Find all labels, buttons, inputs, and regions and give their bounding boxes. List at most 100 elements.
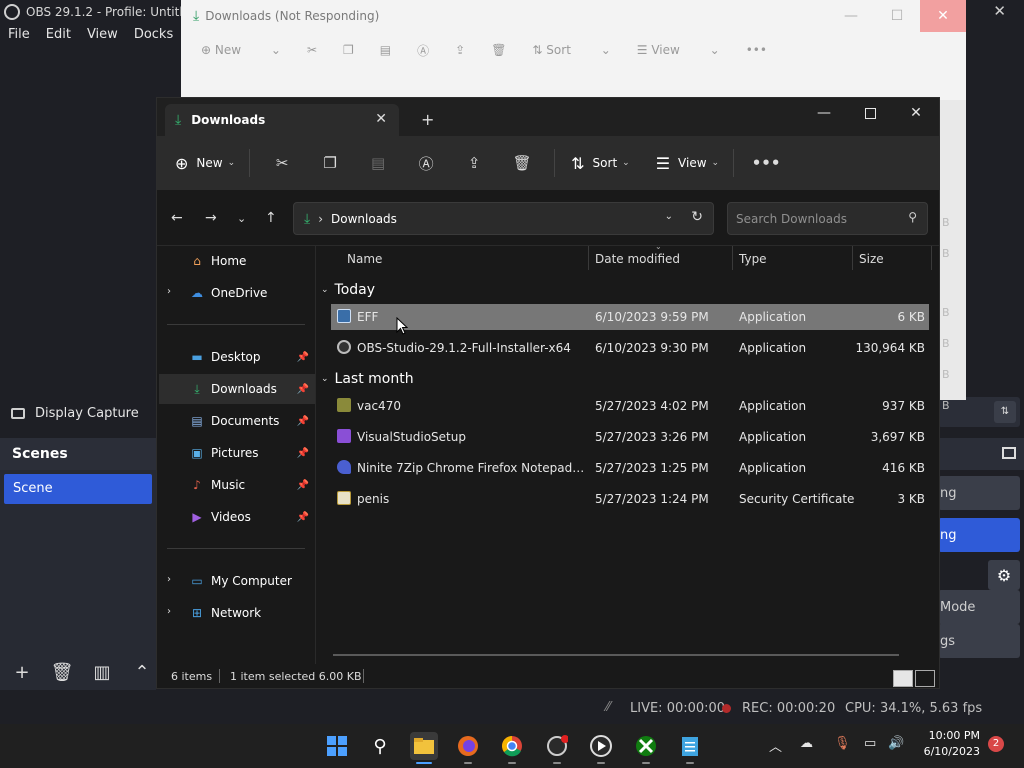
search-icon[interactable]: ⚲ bbox=[366, 732, 394, 760]
firefox-icon[interactable] bbox=[454, 732, 482, 764]
xbox-icon[interactable] bbox=[632, 732, 660, 764]
tiles-view-icon[interactable] bbox=[915, 670, 935, 687]
menu-docks[interactable]: Docks bbox=[126, 24, 181, 46]
nav-item-downloads[interactable]: ⤓ Downloads 📌 bbox=[159, 374, 315, 404]
back-new-button[interactable]: ⊕ New ⌄ bbox=[201, 43, 281, 57]
close-button[interactable]: ✕ bbox=[893, 98, 939, 128]
group-header-today[interactable]: ⌄ Today bbox=[321, 278, 375, 302]
nav-item-music[interactable]: ♪ Music 📌 bbox=[159, 470, 315, 500]
volume-icon[interactable]: 🔊 bbox=[888, 736, 904, 751]
tab-downloads[interactable]: ⤓ Downloads ✕ bbox=[165, 104, 399, 136]
chevron-up-icon[interactable]: ⌃ bbox=[128, 660, 156, 684]
breadcrumb-downloads[interactable]: Downloads bbox=[331, 212, 397, 226]
file-row[interactable]: Ninite 7Zip Chrome Firefox Notepad Inst.… bbox=[331, 455, 929, 481]
start-button[interactable] bbox=[323, 732, 351, 760]
search-icon[interactable]: ⚲ bbox=[908, 210, 917, 224]
copy-icon[interactable]: ❐ bbox=[343, 43, 354, 57]
file-row[interactable]: penis 5/27/2023 1:24 PM Security Certifi… bbox=[331, 486, 929, 512]
media-player-icon[interactable] bbox=[587, 732, 615, 764]
menu-edit[interactable]: Edit bbox=[38, 24, 79, 46]
nav-item-videos[interactable]: ▶ Videos 📌 bbox=[159, 502, 315, 532]
rename-icon[interactable]: Ⓐ bbox=[402, 153, 450, 174]
nav-item-pictures[interactable]: ▣ Pictures 📌 bbox=[159, 438, 315, 468]
notepad-icon[interactable] bbox=[676, 732, 704, 764]
column-divider[interactable] bbox=[852, 246, 853, 270]
add-scene-icon[interactable]: + bbox=[8, 660, 36, 684]
up-arrow-icon[interactable]: ↑ bbox=[265, 210, 277, 226]
details-view-icon[interactable] bbox=[893, 670, 913, 687]
close-tab-icon[interactable]: ✕ bbox=[375, 111, 387, 127]
tray-overflow-chevron-icon[interactable]: ︿ bbox=[769, 736, 782, 755]
new-tab-icon[interactable]: + bbox=[421, 110, 434, 129]
column-divider[interactable] bbox=[588, 246, 589, 270]
paste-icon[interactable]: ▤ bbox=[354, 154, 402, 172]
horizontal-scrollbar[interactable] bbox=[333, 654, 899, 656]
undock-icon[interactable] bbox=[1002, 447, 1016, 459]
gear-icon[interactable]: ⚙ bbox=[988, 560, 1020, 590]
forward-arrow-icon[interactable]: → bbox=[205, 210, 217, 226]
studio-mode-button[interactable]: Mode bbox=[938, 590, 1020, 624]
stop-recording-button[interactable]: ng bbox=[938, 518, 1020, 552]
column-divider[interactable] bbox=[931, 246, 932, 270]
search-input[interactable]: Search Downloads ⚲ bbox=[727, 202, 928, 235]
menu-view[interactable]: View bbox=[79, 24, 126, 46]
column-divider[interactable] bbox=[732, 246, 733, 270]
group-header-last-month[interactable]: ⌄ Last month bbox=[321, 367, 414, 391]
share-icon[interactable]: ⇪ bbox=[455, 43, 465, 57]
pin-icon[interactable]: 📌 bbox=[297, 448, 309, 459]
menu-file[interactable]: File bbox=[0, 24, 38, 46]
settings-button[interactable]: gs bbox=[938, 624, 1020, 658]
minimize-button[interactable]: — bbox=[801, 98, 847, 128]
more-icon[interactable]: ••• bbox=[742, 154, 790, 172]
microphone-icon[interactable]: 🎙 bbox=[834, 736, 851, 751]
address-dropdown-icon[interactable]: ⌄ bbox=[665, 211, 673, 222]
pin-icon[interactable]: 📌 bbox=[297, 352, 309, 363]
sort-button[interactable]: ⇅ Sort ⌄ bbox=[571, 154, 630, 173]
pane-splitter[interactable] bbox=[315, 246, 316, 664]
source-display-capture[interactable]: Display Capture bbox=[0, 400, 160, 426]
back-sort-button[interactable]: ⇅ Sort ⌄ bbox=[532, 43, 610, 57]
more-icon[interactable]: ••• bbox=[746, 43, 767, 57]
nav-item-my-computer[interactable]: ▭ My Computer bbox=[159, 566, 315, 596]
file-row[interactable]: OBS-Studio-29.1.2-Full-Installer-x64 6/1… bbox=[331, 335, 929, 361]
pin-icon[interactable]: 📌 bbox=[297, 384, 309, 395]
address-bar[interactable]: ⤓ › Downloads ⌄ ↻ bbox=[293, 202, 714, 235]
rename-icon[interactable]: Ⓐ bbox=[417, 42, 429, 59]
nav-item-home[interactable]: ⌂ Home bbox=[159, 246, 315, 276]
trash-icon[interactable]: 🗑 bbox=[48, 660, 76, 684]
refresh-icon[interactable]: ↻ bbox=[691, 209, 703, 225]
notification-badge[interactable]: 2 bbox=[988, 736, 1004, 752]
onedrive-tray-icon[interactable]: ☁ bbox=[800, 736, 813, 751]
breadcrumb-chevron-icon[interactable]: › bbox=[318, 212, 323, 226]
share-icon[interactable]: ⇪ bbox=[450, 154, 498, 172]
delete-icon[interactable]: 🗑 bbox=[491, 43, 506, 57]
stepper-icon[interactable]: ⇅ bbox=[994, 401, 1016, 423]
obs-icon[interactable] bbox=[543, 732, 571, 764]
pin-icon[interactable]: 📌 bbox=[297, 416, 309, 427]
maximize-button[interactable]: ☐ bbox=[874, 0, 920, 32]
back-arrow-icon[interactable]: ← bbox=[171, 210, 183, 226]
close-button[interactable]: ✕ bbox=[920, 0, 966, 32]
delete-icon[interactable]: 🗑 bbox=[498, 154, 546, 172]
nav-item-documents[interactable]: ▤ Documents 📌 bbox=[159, 406, 315, 436]
column-type[interactable]: Type bbox=[739, 252, 767, 266]
column-date[interactable]: Date modified bbox=[595, 252, 680, 266]
scene-item[interactable]: Scene bbox=[4, 474, 152, 504]
filter-icon[interactable]: ▥ bbox=[88, 660, 116, 684]
recent-chevron-icon[interactable]: ⌄ bbox=[237, 212, 246, 225]
chrome-icon[interactable] bbox=[498, 732, 526, 764]
start-streaming-button[interactable]: ng bbox=[938, 476, 1020, 510]
column-name[interactable]: Name bbox=[347, 252, 382, 266]
nav-item-network[interactable]: ⊞ Network bbox=[159, 598, 315, 628]
file-row[interactable]: VisualStudioSetup 5/27/2023 3:26 PM Appl… bbox=[331, 424, 929, 450]
view-button[interactable]: ☰ View ⌄ bbox=[656, 154, 719, 173]
nav-item-desktop[interactable]: ▬ Desktop 📌 bbox=[159, 342, 315, 372]
network-tray-icon[interactable]: ▭ bbox=[864, 736, 876, 751]
pin-icon[interactable]: 📌 bbox=[297, 512, 309, 523]
file-explorer-icon[interactable] bbox=[410, 732, 438, 764]
new-button[interactable]: ⊕ New ⌄ bbox=[175, 154, 235, 173]
paste-icon[interactable]: ▤ bbox=[380, 43, 391, 57]
file-row[interactable]: EFF 6/10/2023 9:59 PM Application 6 KB bbox=[331, 304, 929, 330]
column-size[interactable]: Size bbox=[859, 252, 884, 266]
nav-item-onedrive[interactable]: ☁ OneDrive bbox=[159, 278, 315, 308]
